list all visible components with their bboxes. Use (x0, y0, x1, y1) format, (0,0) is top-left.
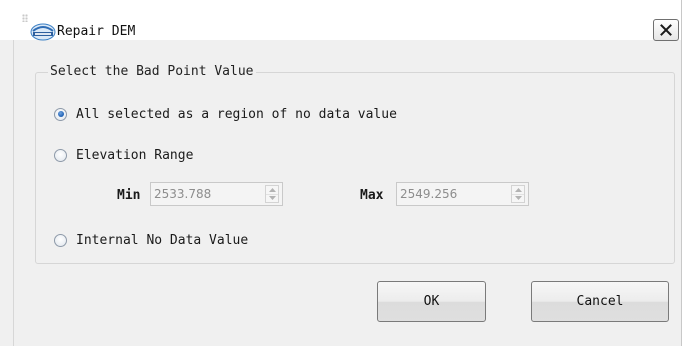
radio-label: Internal No Data Value (76, 232, 249, 248)
min-spin-buttons[interactable] (265, 185, 279, 203)
radio-button[interactable] (54, 233, 67, 247)
max-label: Max (360, 188, 384, 203)
max-spinbox[interactable]: 2549.256 (396, 182, 529, 206)
radio-all-no-data[interactable]: All selected as a region of no data valu… (54, 105, 397, 123)
min-value[interactable]: 2533.788 (151, 187, 265, 201)
cancel-button[interactable]: Cancel (531, 281, 669, 322)
max-spin-buttons[interactable] (511, 185, 525, 203)
groupbox-title: Select the Bad Point Value (48, 64, 256, 79)
radio-button-selected[interactable] (54, 107, 67, 121)
title-bar[interactable]: Repair DEM (0, 0, 681, 41)
window-divider (13, 40, 14, 346)
close-icon (660, 24, 672, 36)
radio-button[interactable] (54, 148, 67, 162)
max-value[interactable]: 2549.256 (397, 187, 511, 201)
spin-down-icon[interactable] (266, 195, 278, 203)
min-spinbox[interactable]: 2533.788 (150, 182, 283, 206)
dialog-title: Repair DEM (57, 24, 136, 39)
radio-label: All selected as a region of no data valu… (76, 106, 397, 122)
drag-grip-icon[interactable] (22, 14, 28, 22)
spin-up-icon[interactable] (512, 186, 524, 195)
app-logo-icon (30, 22, 56, 41)
radio-elevation-range[interactable]: Elevation Range (54, 146, 193, 164)
spin-up-icon[interactable] (266, 186, 278, 195)
spin-down-icon[interactable] (512, 195, 524, 203)
radio-internal-no-data[interactable]: Internal No Data Value (54, 231, 248, 249)
repair-dem-dialog: Repair DEM Select the Bad Point Value Al… (0, 0, 682, 346)
min-label: Min (117, 188, 141, 203)
radio-label: Elevation Range (76, 147, 194, 163)
ok-button[interactable]: OK (377, 281, 486, 322)
close-button[interactable] (653, 19, 679, 41)
